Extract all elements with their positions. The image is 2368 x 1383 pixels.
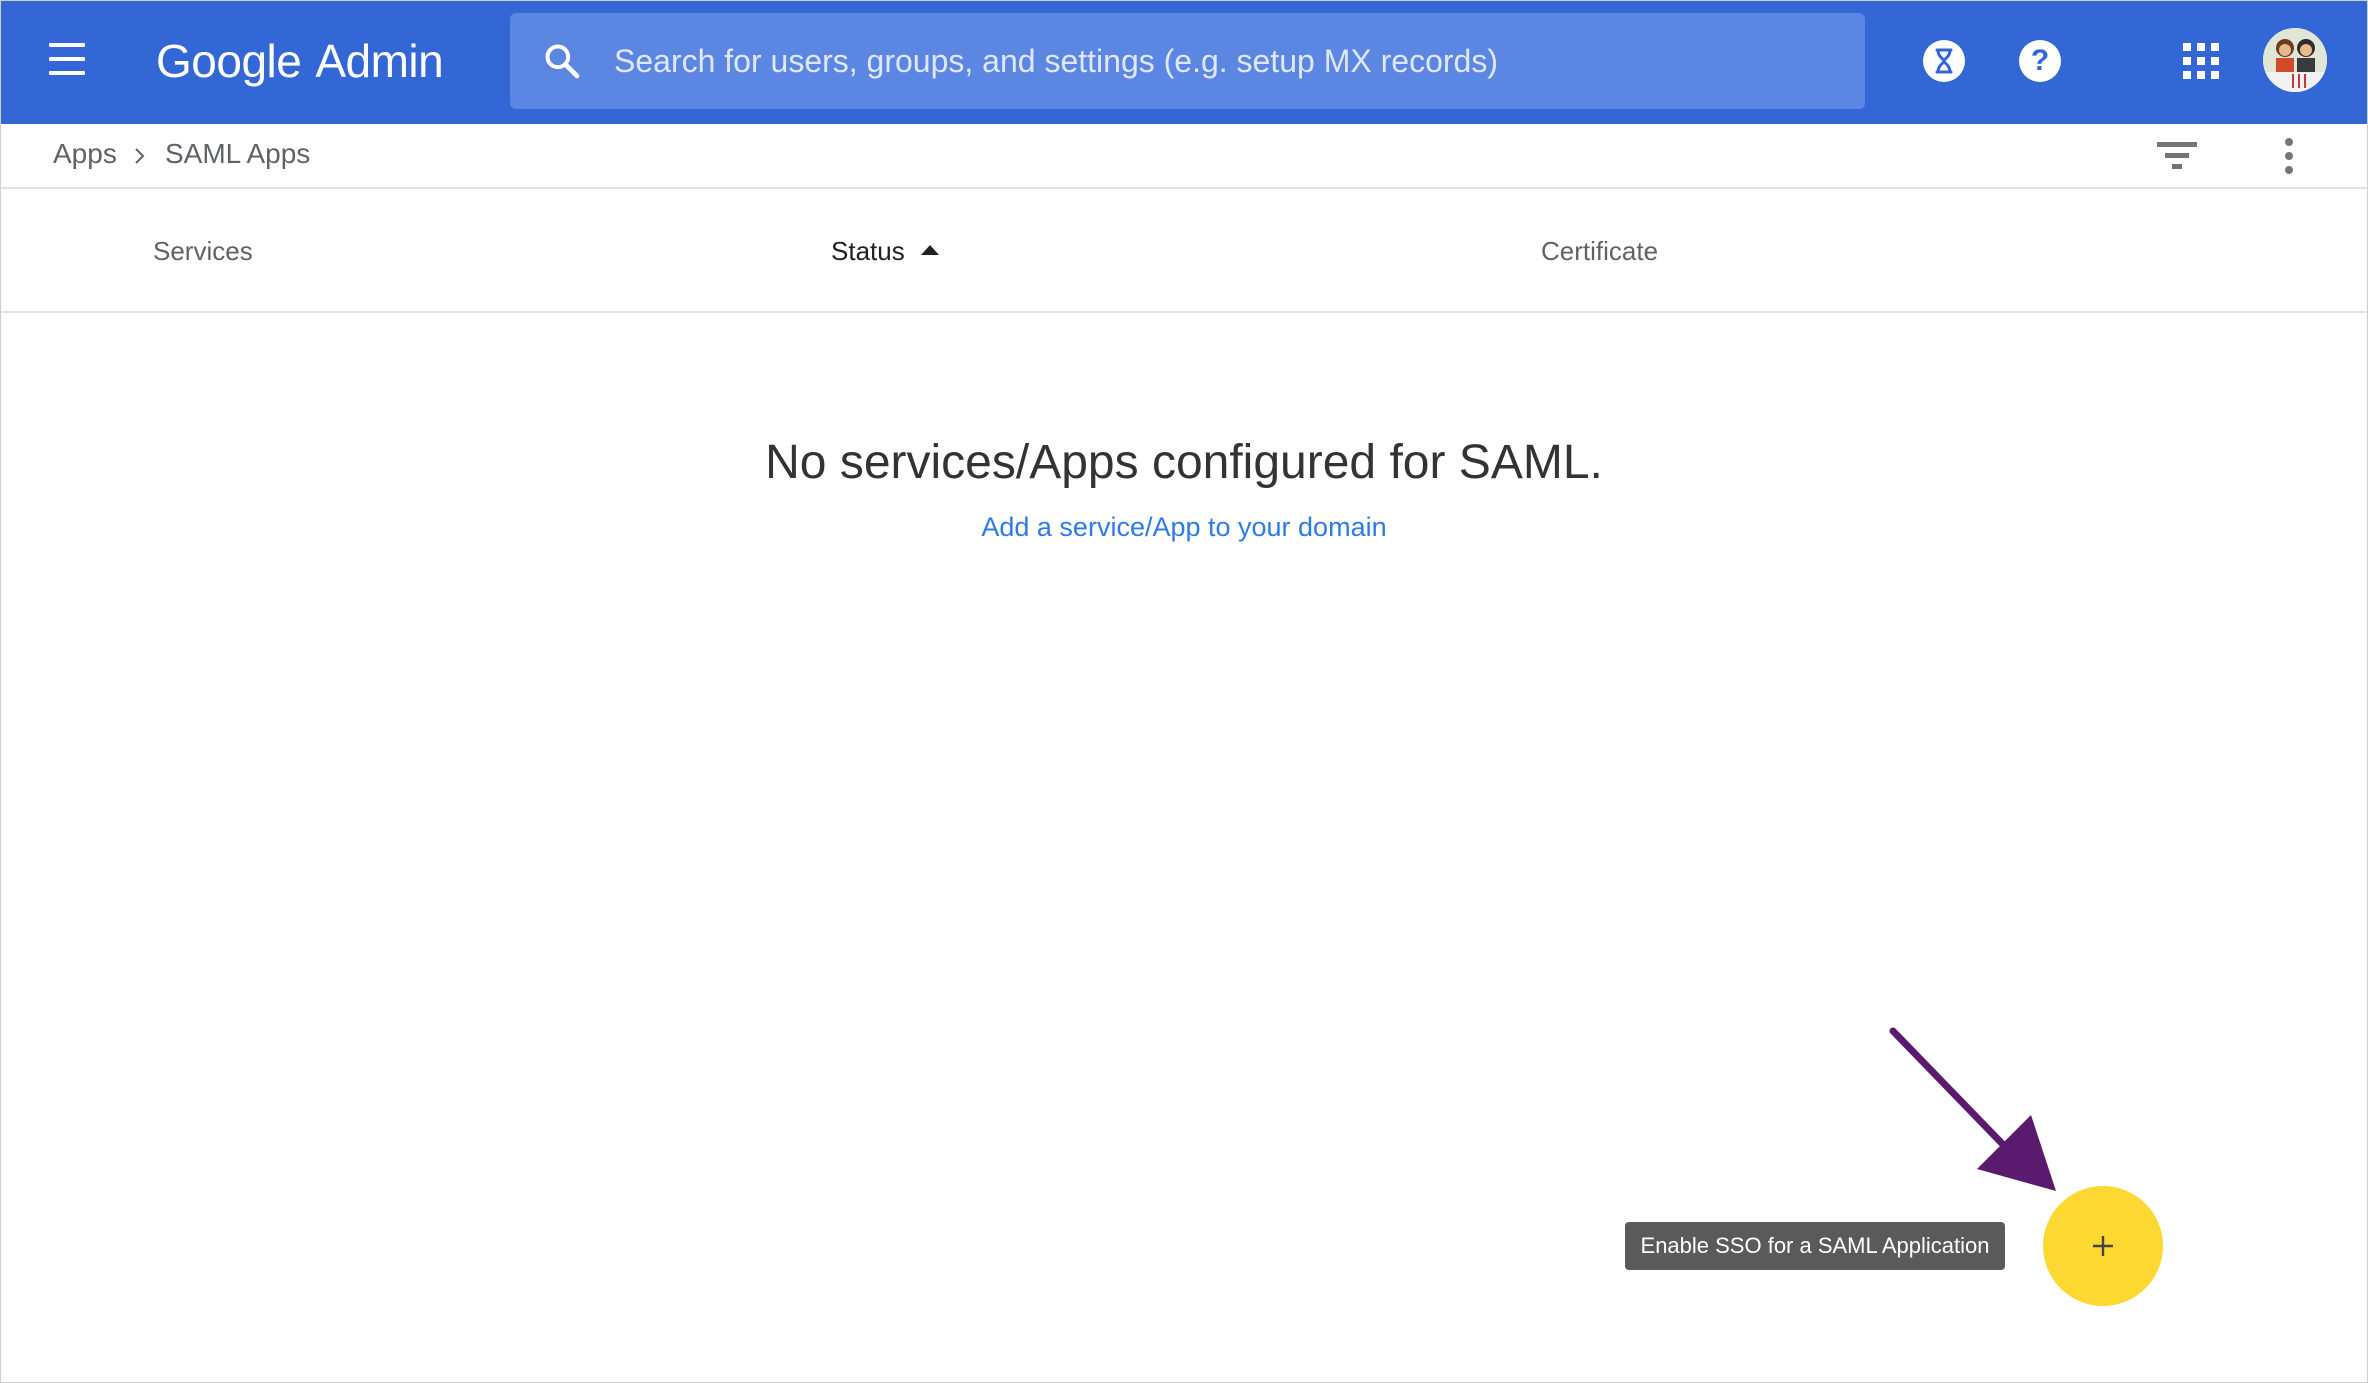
breadcrumb: Apps SAML Apps <box>1 124 2367 189</box>
fab-tooltip: Enable SSO for a SAML Application <box>1625 1222 2005 1270</box>
logo-admin-text: Admin <box>315 35 444 87</box>
column-header-certificate[interactable]: Certificate <box>1541 235 1658 267</box>
avatar-image <box>2263 28 2327 92</box>
hourglass-icon[interactable] <box>1923 40 1965 82</box>
empty-state-title: No services/Apps configured for SAML. <box>765 436 1603 489</box>
column-header-status[interactable]: Status <box>831 235 939 267</box>
annotation-arrow-icon <box>1889 1027 2056 1191</box>
sort-ascending-icon <box>920 245 939 256</box>
apps-grid-icon[interactable] <box>2183 43 2219 79</box>
search-bar[interactable] <box>510 13 1865 109</box>
plus-icon <box>2093 1236 2113 1256</box>
breadcrumb-apps[interactable]: Apps <box>53 137 117 171</box>
google-admin-logo[interactable]: Google Admin <box>156 29 444 93</box>
avatar[interactable] <box>2263 28 2327 92</box>
help-icon[interactable]: ? <box>2019 40 2061 82</box>
search-input[interactable] <box>614 13 1834 109</box>
filter-icon[interactable] <box>2157 140 2197 172</box>
breadcrumb-saml-apps: SAML Apps <box>165 138 311 169</box>
empty-state-link-wrapper: Add a service/App to your domain <box>1 509 2367 545</box>
column-header-status-label: Status <box>831 236 905 266</box>
more-vert-icon[interactable] <box>2277 136 2301 176</box>
table-header: Services Status Certificate <box>1 189 2367 313</box>
search-icon[interactable] <box>542 41 582 81</box>
admin-window: GoogleAdmin ? <box>0 0 2368 1383</box>
chevron-right-icon <box>135 148 145 164</box>
menu-icon[interactable] <box>47 43 87 79</box>
column-header-services[interactable]: Services <box>153 235 253 267</box>
add-service-link[interactable]: Add a service/App to your domain <box>981 512 1386 542</box>
logo-google-text: Google <box>156 35 302 87</box>
hourglass-glyph <box>1935 48 1953 74</box>
add-saml-app-button[interactable] <box>2043 1186 2163 1306</box>
top-app-bar: GoogleAdmin ? <box>1 1 2367 124</box>
